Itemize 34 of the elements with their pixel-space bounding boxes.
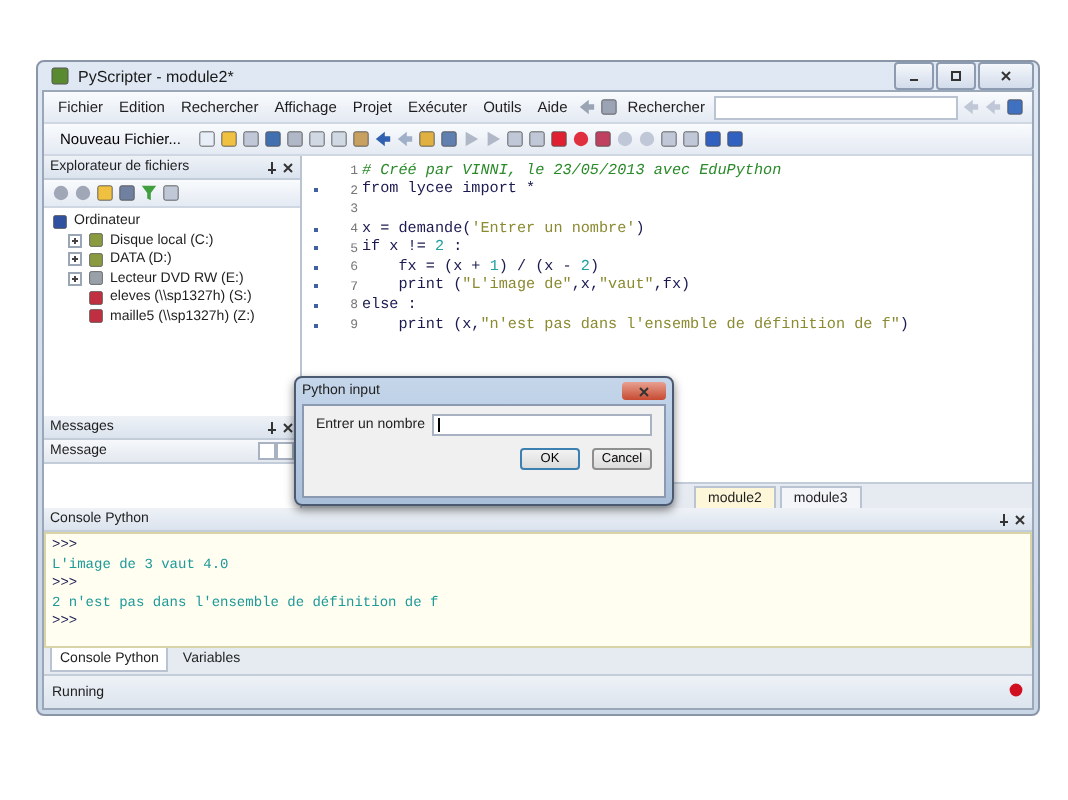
stop-icon[interactable] (550, 130, 569, 148)
square-icon[interactable] (660, 130, 679, 148)
dot-icon[interactable] (616, 130, 635, 148)
search-field[interactable] (714, 95, 959, 119)
input-field[interactable] (432, 414, 652, 436)
square-icon[interactable] (506, 130, 525, 148)
window-title: PyScripter - module2* (78, 67, 234, 85)
square-icon[interactable] (440, 130, 459, 148)
square-icon[interactable] (594, 130, 613, 148)
close-button[interactable] (978, 62, 1034, 90)
dot-icon[interactable] (638, 130, 657, 148)
close-icon[interactable] (282, 421, 294, 433)
expand-icon[interactable] (68, 252, 82, 267)
pin-icon[interactable] (266, 161, 278, 173)
square-icon[interactable] (682, 130, 701, 148)
square-icon[interactable] (418, 130, 437, 148)
pin-icon[interactable] (998, 513, 1010, 525)
maximize-icon[interactable] (950, 70, 962, 82)
square-icon[interactable] (528, 130, 547, 148)
maximize-button[interactable] (936, 62, 976, 90)
filter-icon[interactable] (140, 184, 158, 202)
undo-icon[interactable] (374, 130, 393, 148)
next-button[interactable] (276, 442, 294, 460)
close-button[interactable] (622, 382, 666, 400)
close-icon[interactable] (638, 385, 650, 397)
close-icon[interactable] (1000, 70, 1012, 82)
pin-icon[interactable] (266, 421, 278, 433)
dot-icon[interactable] (572, 130, 591, 148)
expand-icon[interactable] (68, 233, 82, 248)
close-icon[interactable] (282, 161, 294, 173)
close-icon[interactable] (1014, 513, 1026, 525)
expand-icon[interactable] (68, 271, 82, 286)
square-icon[interactable] (162, 184, 180, 202)
record-dot-icon[interactable] (1008, 682, 1024, 698)
